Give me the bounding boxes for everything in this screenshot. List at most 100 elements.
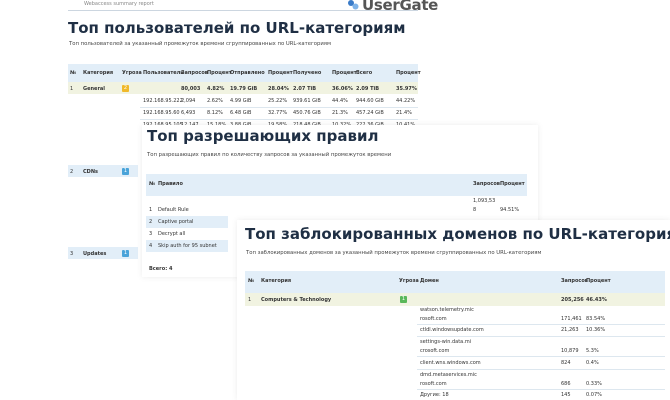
section-subtitle: Топ пользователей за указанный промежуто… [69, 41, 331, 47]
domains-report-section: Топ заблокированных доменов по URL-катег… [237, 220, 670, 400]
cell-total: 944.60 GiB [356, 98, 384, 104]
cell-domain-cont: rosoft.com [420, 381, 447, 387]
cell-domain: settings-win.data.mi [420, 339, 472, 345]
cell-sent: 6.48 GiB [230, 110, 252, 116]
col-domain: Домен [420, 278, 439, 284]
cell-pct: 36.06% [332, 86, 353, 92]
cell-domain-cont: rosoft.com [420, 316, 447, 322]
col-pct: Процент [207, 70, 232, 76]
col-num: № [70, 70, 77, 76]
cell-requests: 6,493 [181, 110, 196, 116]
section-title: Топ разрешающих правил [147, 127, 379, 145]
cell-sent: 19.79 GiB [230, 86, 258, 92]
cell-rule: Default Rule [158, 207, 189, 213]
table-header [146, 174, 527, 196]
col-recv: Получено [293, 70, 322, 76]
col-requests: Запросов [473, 181, 500, 187]
section-title: Топ заблокированных доменов по URL-катег… [245, 225, 670, 243]
cell-pct: 0.07% [586, 392, 602, 398]
cell-sent: 4.99 GiB [230, 98, 252, 104]
cell-domain-cont: crosoft.com [420, 348, 450, 354]
row-category[interactable]: General [83, 86, 105, 92]
cell-pct: 8.12% [207, 110, 223, 116]
cell-pct: 21.4% [396, 110, 412, 116]
cell-requests: 8 [473, 207, 477, 213]
cell-pct: 83.54% [586, 316, 606, 322]
row-divider [417, 369, 665, 370]
cell-total: 457.24 GiB [356, 110, 384, 116]
col-num: № [149, 181, 156, 187]
col-num: № [248, 278, 255, 284]
cell-user: 192.168.95.60 [143, 110, 180, 116]
cell-pct: 25.22% [268, 98, 288, 104]
col-requests: Запросов [181, 70, 208, 76]
section-title: Топ пользователей по URL-категориям [68, 19, 406, 37]
cell-requests: 2,094 [181, 98, 196, 104]
cell-requests: 171,461 [561, 316, 582, 322]
cell-recv: 450.76 GiB [293, 110, 321, 116]
threat-badge: 2 [122, 85, 129, 92]
row-num: 4 [149, 243, 153, 249]
cell-requests: 80,003 [181, 86, 201, 92]
rules-total: Всего: 4 [149, 266, 173, 272]
row-num: 2 [70, 169, 74, 175]
row-category[interactable]: CDNs [83, 169, 98, 175]
cell-total: 2.09 TiB [356, 86, 380, 92]
col-pct: Процент [268, 70, 293, 76]
cell-pct: 10.36% [586, 327, 606, 333]
cell-pct: 21.3% [332, 110, 348, 116]
row-divider [140, 107, 418, 108]
col-total: Всего [356, 70, 373, 76]
cell-requests: 145 [561, 392, 571, 398]
row-divider [417, 336, 665, 337]
row-divider [417, 356, 665, 357]
report-name: Webaccess summary report [84, 1, 154, 7]
cell-requests: 686 [561, 381, 571, 387]
col-threat: Угроза [399, 278, 419, 284]
cell-requests: 21,263 [561, 327, 579, 333]
col-pct: Процент [396, 70, 421, 76]
cell-pct: 4.82% [207, 86, 225, 92]
cell-domain: client.wns.windows.com [420, 360, 481, 366]
cell-user: 192.168.95.222 [143, 98, 183, 104]
cell-recv: 2.07 TiB [293, 86, 317, 92]
cell-pct: 0.33% [586, 381, 602, 387]
cell-pct: 94.51% [500, 207, 520, 213]
row-category[interactable]: Updates [83, 251, 106, 257]
cell-pct: 5.3% [586, 348, 599, 354]
cell-pct: 28.04% [268, 86, 289, 92]
threat-badge: 1 [122, 250, 129, 257]
cell-requests: 824 [561, 360, 571, 366]
cell-pct: 44.22% [396, 98, 416, 104]
row-divider [140, 119, 418, 120]
row-num: 1 [248, 297, 252, 303]
col-pct: Процент [586, 278, 611, 284]
cell-domain: ctldl.windowsupdate.com [420, 327, 484, 333]
cell-domain: dmd.metaservices.mic [420, 372, 477, 378]
col-requests: Запросов [561, 278, 588, 284]
col-sent: Отправлено [230, 70, 265, 76]
cell-rule: Captive portal [158, 219, 194, 225]
row-divider [417, 389, 665, 390]
cell-pct: 46.43% [586, 297, 607, 303]
threat-badge: 1 [122, 168, 129, 175]
cell-rule: Decrypt all [158, 231, 186, 237]
col-category: Категория [83, 70, 114, 76]
cell-domain-other: Другие: 18 [420, 392, 449, 398]
cell-requests: 1,093,53 [473, 198, 496, 204]
col-pct: Процент [500, 181, 525, 187]
col-user: Пользователь [143, 70, 184, 76]
cell-pct: 2.62% [207, 98, 223, 104]
cell-pct: 32.77% [268, 110, 288, 116]
cell-pct: 35.97% [396, 86, 417, 92]
cell-domain: watson.telemetry.mic [420, 307, 474, 313]
row-category[interactable]: Computers & Technology [261, 297, 331, 303]
row-num: 1 [70, 86, 74, 92]
row-num: 3 [149, 231, 153, 237]
section-subtitle: Топ разрешающих правил по количеству зап… [147, 152, 392, 158]
col-threat: Угроза [122, 70, 142, 76]
cell-pct: 0.4% [586, 360, 599, 366]
cell-requests: 10,879 [561, 348, 579, 354]
row-num: 1 [149, 207, 153, 213]
header-divider [68, 10, 418, 11]
